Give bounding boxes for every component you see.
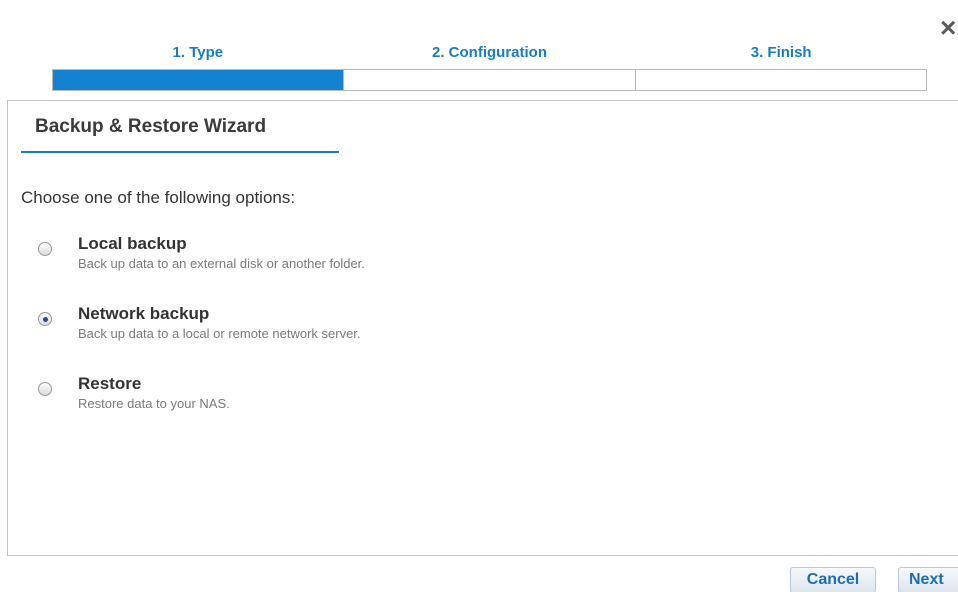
local-backup-description: Back up data to an external disk or anot… bbox=[78, 256, 365, 271]
network-backup-title: Network backup bbox=[78, 304, 210, 323]
cancel-button[interactable]: Cancel bbox=[790, 567, 876, 592]
step-configuration-label: 2. Configuration bbox=[432, 44, 547, 61]
options-prompt: Choose one of the following options: bbox=[21, 188, 296, 207]
restore-radio[interactable] bbox=[38, 382, 52, 396]
step-type-label: 1. Type bbox=[172, 44, 224, 61]
step-progress-bar bbox=[52, 69, 927, 91]
step-finish-label: 3. Finish bbox=[750, 44, 812, 61]
progress-segment-configuration bbox=[344, 70, 636, 90]
network-backup-description: Back up data to a local or remote networ… bbox=[78, 326, 361, 341]
wizard-panel: Backup & Restore Wizard Choose one of th… bbox=[7, 100, 958, 556]
wizard-title: Backup & Restore Wizard bbox=[35, 116, 267, 137]
restore-description: Restore data to your NAS. bbox=[78, 396, 230, 411]
restore-title: Restore bbox=[78, 374, 142, 393]
progress-segment-type bbox=[53, 70, 345, 90]
wizard-steps: 1. Type 2. Configuration 3. Finish bbox=[52, 44, 927, 91]
wizard-dialog: × 1. Type 2. Configuration 3. Finish Bac… bbox=[0, 0, 958, 592]
step-labels: 1. Type 2. Configuration 3. Finish bbox=[52, 44, 927, 66]
next-button[interactable]: Next bbox=[898, 567, 958, 592]
close-icon[interactable]: × bbox=[940, 14, 958, 42]
local-backup-title: Local backup bbox=[78, 234, 187, 253]
network-backup-radio[interactable] bbox=[38, 312, 52, 326]
progress-segment-finish bbox=[635, 70, 926, 90]
title-underline bbox=[21, 151, 339, 153]
local-backup-radio[interactable] bbox=[38, 242, 52, 256]
